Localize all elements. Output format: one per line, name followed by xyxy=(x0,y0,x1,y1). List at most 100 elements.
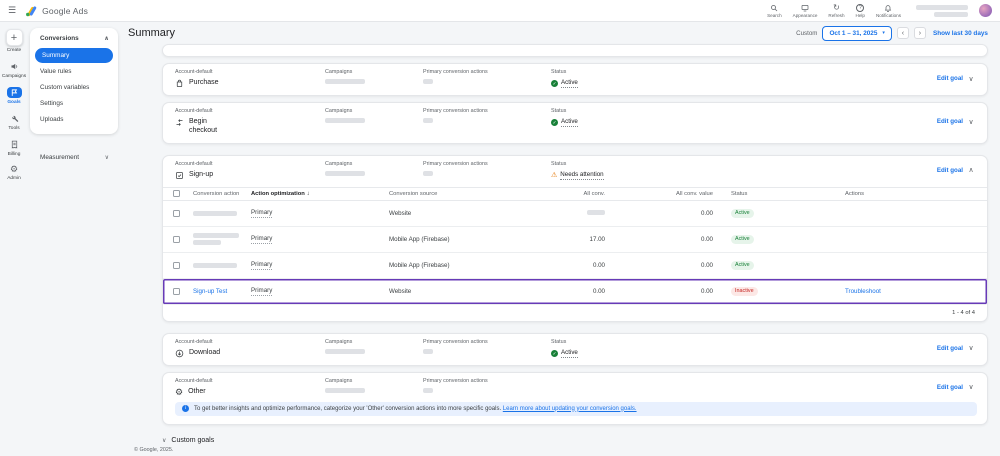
conversions-nav-panel: Conversions ∧ Summary Value rules Custom… xyxy=(30,28,118,134)
billing-label: Billing xyxy=(8,152,21,157)
sidebar-item-summary[interactable]: Summary xyxy=(35,48,113,63)
row-checkbox[interactable] xyxy=(173,236,180,243)
rail-create-button[interactable]: + Create xyxy=(0,29,28,53)
avatar[interactable] xyxy=(979,4,992,17)
expand-chevron-down-icon[interactable]: ∨ xyxy=(963,118,979,126)
active-check-icon: ✓ xyxy=(551,119,558,126)
table-row-highlighted[interactable]: Sign-up Test Primary Website 0.00 0.00 I… xyxy=(163,279,987,305)
learn-more-link[interactable]: Learn more about updating your conversio… xyxy=(503,406,637,412)
expand-chevron-down-icon[interactable]: ∨ xyxy=(963,75,979,83)
help-button[interactable]: ? Help xyxy=(856,4,865,18)
date-controls: Custom Oct 1 – 31, 2025 ▾ ‹ › Show last … xyxy=(796,26,988,41)
edit-goal-link[interactable]: Edit goal xyxy=(925,75,963,82)
source-value: Website xyxy=(389,210,507,217)
col-actions[interactable]: Actions xyxy=(845,191,981,197)
rail-item-tools[interactable]: Tools xyxy=(0,113,28,131)
date-range-selector[interactable]: Oct 1 – 31, 2025 ▾ xyxy=(822,26,891,41)
menu-icon[interactable]: ☰ xyxy=(8,5,16,16)
row-checkbox[interactable] xyxy=(173,288,180,295)
sidebar-item-custom-variables[interactable]: Custom variables xyxy=(30,80,118,95)
goal-name: Download xyxy=(189,349,220,356)
redacted-primary-actions-value xyxy=(423,388,433,393)
download-icon xyxy=(175,349,184,358)
table-row[interactable]: Primary Website 0.00 Active xyxy=(163,201,987,227)
status-label: Status xyxy=(551,108,925,114)
status-col: Status ✓ Active xyxy=(551,69,925,88)
edit-goal-link[interactable]: Edit goal xyxy=(925,345,963,352)
troubleshoot-link[interactable]: Troubleshoot xyxy=(845,288,981,295)
expand-chevron-down-icon[interactable]: ∨ xyxy=(963,344,979,352)
status-badge[interactable]: Active xyxy=(561,349,578,358)
primary-actions-col: Primary conversion actions xyxy=(423,378,551,395)
goal-name: Other xyxy=(188,388,206,395)
status-badge[interactable]: Active xyxy=(561,118,578,127)
chevron-left-icon: ‹ xyxy=(902,30,904,37)
appearance-button[interactable]: Appearance xyxy=(793,4,818,18)
rail-item-goals[interactable]: Goals xyxy=(0,87,28,105)
custom-goals-section[interactable]: ∨ Custom goals xyxy=(162,433,988,444)
redacted-campaigns-value xyxy=(325,388,365,393)
other-gear-icon: ⚙ xyxy=(175,388,183,397)
goal-info: Account-default Sign-up xyxy=(175,161,325,180)
optimization-value[interactable]: Primary xyxy=(251,209,272,218)
sidebar-item-uploads[interactable]: Uploads xyxy=(30,112,118,127)
measurement-label: Measurement xyxy=(40,154,79,161)
topbar-actions: Search Appearance ↻ Refresh ? Help Notif… xyxy=(767,4,992,18)
sidebar-item-value-rules[interactable]: Value rules xyxy=(30,64,118,79)
campaigns-label: Campaigns xyxy=(325,339,423,345)
edit-goal-link[interactable]: Edit goal xyxy=(925,384,963,391)
col-all-conv-value[interactable]: All conv. value xyxy=(607,191,715,197)
appearance-label: Appearance xyxy=(793,13,818,18)
sidebar-section-measurement[interactable]: Measurement ∨ xyxy=(30,150,118,165)
col-conversion-action[interactable]: Conversion action xyxy=(193,191,251,197)
chevron-down-icon: ∨ xyxy=(105,154,109,161)
campaigns-col: Campaigns xyxy=(325,161,423,178)
redacted-primary-actions-value xyxy=(423,171,433,176)
edit-goal-link[interactable]: Edit goal xyxy=(925,118,963,125)
col-all-conv[interactable]: All conv. xyxy=(507,191,607,197)
conversions-section-header[interactable]: Conversions ∧ xyxy=(30,28,118,47)
action-optimization-label: Action optimization xyxy=(251,191,305,197)
rail-item-admin[interactable]: ⚙ Admin xyxy=(0,165,28,181)
expand-chevron-down-icon[interactable]: ∨ xyxy=(963,383,979,391)
account-default-label: Account-default xyxy=(175,108,325,114)
caret-down-icon: ▾ xyxy=(882,30,885,36)
redacted-campaigns-value xyxy=(325,171,365,176)
col-action-optimization[interactable]: Action optimization ↓ xyxy=(251,191,389,197)
optimization-value[interactable]: Primary xyxy=(251,261,272,270)
goals-label: Goals xyxy=(7,100,20,105)
status-badge[interactable]: Needs attention xyxy=(560,171,603,180)
campaigns-label: Campaigns xyxy=(325,69,423,75)
sidebar-item-settings[interactable]: Settings xyxy=(30,96,118,111)
table-row[interactable]: Primary Mobile App (Firebase) 17.00 0.00… xyxy=(163,227,987,253)
collapse-chevron-up-icon[interactable]: ∧ xyxy=(963,166,979,174)
row-checkbox[interactable] xyxy=(173,210,180,217)
edit-goal-link[interactable]: Edit goal xyxy=(925,167,963,174)
show-last-30-days-link[interactable]: Show last 30 days xyxy=(933,30,988,37)
notifications-button[interactable]: Notifications xyxy=(876,4,901,18)
notifications-icon xyxy=(884,4,892,12)
col-conversion-source[interactable]: Conversion source xyxy=(389,191,507,197)
rail-item-billing[interactable]: Billing xyxy=(0,139,28,157)
redacted-primary-actions-value xyxy=(423,79,433,84)
rail-item-campaigns[interactable]: Campaigns xyxy=(0,61,28,79)
table-row[interactable]: Primary Mobile App (Firebase) 0.00 0.00 … xyxy=(163,253,987,279)
search-button[interactable]: Search xyxy=(767,4,782,18)
chevron-right-icon: › xyxy=(919,30,921,37)
goal-card-begin-checkout: Account-default Begin checkout Campaigns… xyxy=(162,102,988,144)
optimization-value[interactable]: Primary xyxy=(251,287,272,296)
conversion-action-link[interactable]: Sign-up Test xyxy=(193,288,251,295)
plus-icon: + xyxy=(6,29,23,46)
select-all-checkbox[interactable] xyxy=(173,190,180,197)
campaigns-label: Campaigns xyxy=(325,108,423,114)
row-checkbox[interactable] xyxy=(173,262,180,269)
previous-period-button[interactable]: ‹ xyxy=(897,27,909,39)
refresh-button[interactable]: ↻ Refresh xyxy=(828,4,844,18)
optimization-value[interactable]: Primary xyxy=(251,235,272,244)
status-badge[interactable]: Active xyxy=(561,79,578,88)
status-badge: Inactive xyxy=(731,287,758,296)
redacted-campaigns-value xyxy=(325,349,365,354)
col-status[interactable]: Status xyxy=(731,191,845,197)
goal-card-purchase: Account-default Purchase Campaigns Prima… xyxy=(162,63,988,96)
next-period-button[interactable]: › xyxy=(914,27,926,39)
